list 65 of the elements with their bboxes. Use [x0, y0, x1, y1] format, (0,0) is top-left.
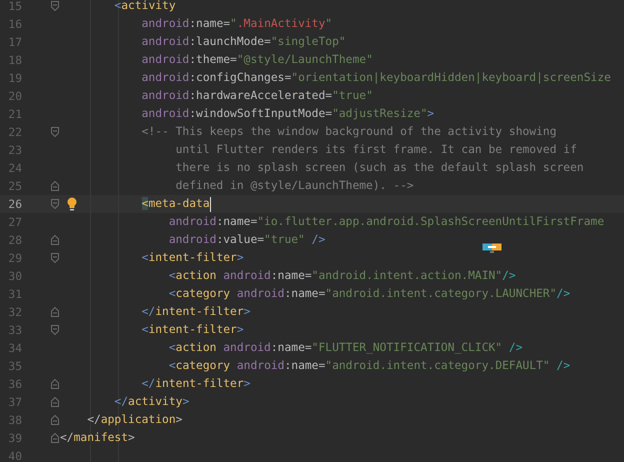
fold-icon[interactable]	[51, 235, 59, 245]
fold-icon[interactable]	[51, 397, 59, 407]
fold-icon[interactable]	[51, 181, 59, 191]
line-number: 31	[7, 288, 23, 300]
code-line: </activity>	[113, 394, 190, 410]
code-line: <action android:name="android.intent.action.MAIN"/>	[168, 268, 516, 284]
fold-icon[interactable]	[51, 1, 59, 11]
code-line: <action android:name="FLUTTER_NOTIFICATION_CLICK" />	[168, 340, 523, 356]
line-number: 38	[7, 414, 23, 426]
line-number: 23	[7, 144, 23, 156]
code-line: <intent-filter>	[140, 250, 244, 266]
code-line: android:name="io.flutter.app.android.SplashScreenUntilFirstFrame	[168, 214, 604, 230]
fold-icon[interactable]	[51, 307, 59, 317]
monitor-icon[interactable]	[482, 243, 502, 254]
line-number: 20	[7, 90, 23, 102]
code-line: <meta-data	[140, 196, 210, 212]
line-number: 26	[7, 198, 23, 210]
code-line: <activity	[113, 0, 176, 14]
line-number: 16	[7, 18, 23, 30]
code-line: <category android:name="android.intent.category.LAUNCHER"/>	[168, 286, 570, 302]
line-number: 29	[7, 252, 23, 264]
line-number: 39	[7, 432, 23, 444]
line-number: 32	[7, 306, 23, 318]
code-line: <intent-filter>	[140, 322, 244, 338]
code-line: android:windowSoftInputMode="adjustResize">	[140, 106, 434, 122]
code-line: </manifest>	[60, 430, 135, 446]
line-number: 35	[7, 360, 23, 372]
code-line: until Flutter renders its first frame. It can be removed if	[174, 142, 577, 158]
fold-icon[interactable]	[51, 127, 59, 137]
code-line: </intent-filter>	[140, 376, 250, 392]
code-line: android:name=".MainActivity"	[140, 16, 332, 32]
lightbulb-icon[interactable]	[67, 197, 77, 211]
fold-icon[interactable]	[51, 325, 59, 335]
fold-icon[interactable]	[51, 433, 59, 443]
code-line: </application>	[86, 412, 182, 428]
code-line: there is no splash screen (such as the default splash screen	[174, 160, 584, 176]
line-number: 22	[7, 126, 23, 138]
code-line: <!-- This keeps the window background of the activity showing	[140, 124, 557, 140]
line-number: 19	[7, 72, 23, 84]
line-number: 28	[7, 234, 23, 246]
fold-icon[interactable]	[51, 379, 59, 389]
line-number: 37	[7, 396, 23, 408]
line-number: 34	[7, 342, 23, 354]
line-number: 40	[7, 450, 23, 462]
line-number: 24	[7, 162, 23, 174]
code-line: android:theme="@style/LaunchTheme"	[140, 52, 373, 68]
fold-icon[interactable]	[51, 253, 59, 263]
line-number: 30	[7, 270, 23, 282]
line-number: 36	[7, 378, 23, 390]
line-number: 15	[7, 0, 23, 12]
code-line: defined in @style/LaunchTheme). -->	[174, 178, 414, 194]
line-number: 18	[7, 54, 23, 66]
line-number: 25	[7, 180, 23, 192]
code-line: <category android:name="android.intent.category.DEFAULT" />	[168, 358, 570, 374]
code-line: </intent-filter>	[140, 304, 250, 320]
line-number: 17	[7, 36, 23, 48]
line-number: 27	[7, 216, 23, 228]
fold-icon[interactable]	[51, 415, 59, 425]
fold-icon[interactable]	[51, 199, 59, 209]
code-line: android:value="true" />	[168, 232, 326, 248]
code-line: android:configChanges="orientation|keyboardHidden|keyboard|screenSize	[140, 70, 611, 86]
line-number: 21	[7, 108, 23, 120]
code-line: android:launchMode="singleTop"	[140, 34, 346, 50]
line-number: 33	[7, 324, 23, 336]
code-line: android:hardwareAccelerated="true"	[140, 88, 373, 104]
